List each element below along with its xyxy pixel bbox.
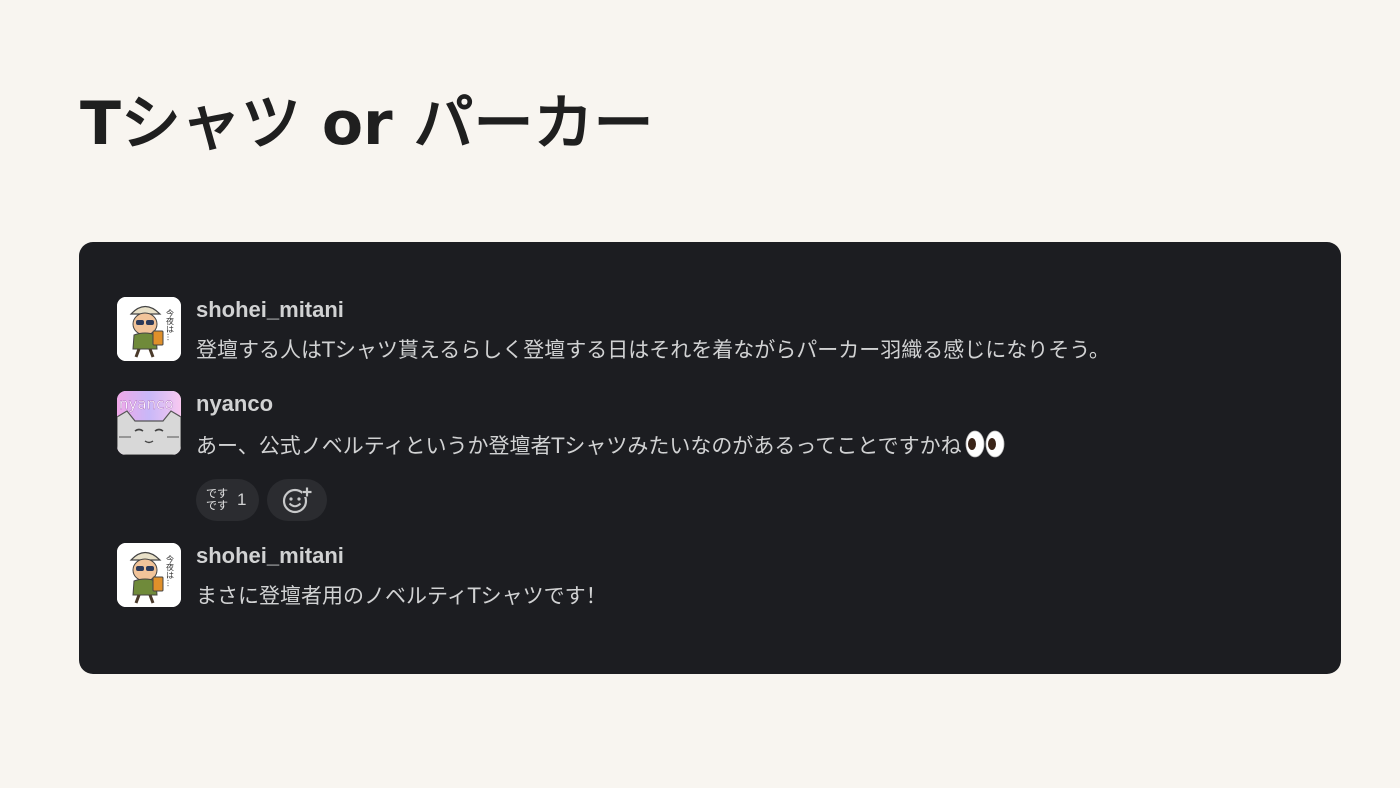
reaction-emoji-line: です: [206, 499, 228, 512]
add-reaction-button[interactable]: [267, 479, 328, 521]
message-text: まさに登壇者用のノベルティTシャツです！: [196, 584, 607, 608]
avatar[interactable]: 今夜は…: [117, 543, 181, 607]
explorer-avatar-icon: 今夜は…: [117, 297, 181, 361]
message-text-content: あー、公式ノベルティというか登壇者Tシャツみたいなのがあるってことですかね: [196, 434, 962, 458]
message-text: 登壇する人はTシャツ貰えるらしく登壇する日はそれを着ながらパーカー羽織る感じにな…: [196, 338, 1110, 362]
chat-panel: 今夜は… shohei_mitani 登壇する人はTシャツ貰えるらしく登壇する日…: [79, 242, 1341, 674]
message-body: shohei_mitani 登壇する人はTシャツ貰えるらしく登壇する日はそれを着…: [196, 297, 1316, 364]
message-body: nyanco あー、公式ノベルティというか登壇者Tシャツみたいなのがあるってこと…: [196, 391, 1316, 521]
avatar[interactable]: nyanco: [117, 391, 181, 455]
reactions-bar: です です 1: [196, 479, 1316, 521]
reaction-desu[interactable]: です です 1: [196, 479, 260, 521]
username[interactable]: shohei_mitani: [196, 297, 1316, 323]
add-reaction-icon: [283, 487, 313, 514]
avatar[interactable]: 今夜は…: [117, 297, 181, 361]
eyes-emoji-icon: [965, 430, 1005, 465]
username[interactable]: shohei_mitani: [196, 543, 1316, 569]
explorer-avatar-icon: 今夜は…: [117, 543, 181, 607]
page-title: Tシャツ or パーカー: [80, 89, 654, 159]
svg-text:今夜は…: 今夜は…: [166, 308, 175, 341]
username[interactable]: nyanco: [196, 391, 1316, 417]
message-text: あー、公式ノベルティというか登壇者Tシャツみたいなのがあるってことですかね: [196, 430, 1316, 465]
cat-avatar-icon: nyanco: [117, 391, 181, 455]
desu-emoji-icon: です です: [206, 488, 228, 512]
message-body: shohei_mitani まさに登壇者用のノベルティTシャツです！: [196, 543, 1316, 610]
svg-text:今夜は…: 今夜は…: [166, 554, 175, 587]
reaction-count: 1: [237, 490, 247, 509]
